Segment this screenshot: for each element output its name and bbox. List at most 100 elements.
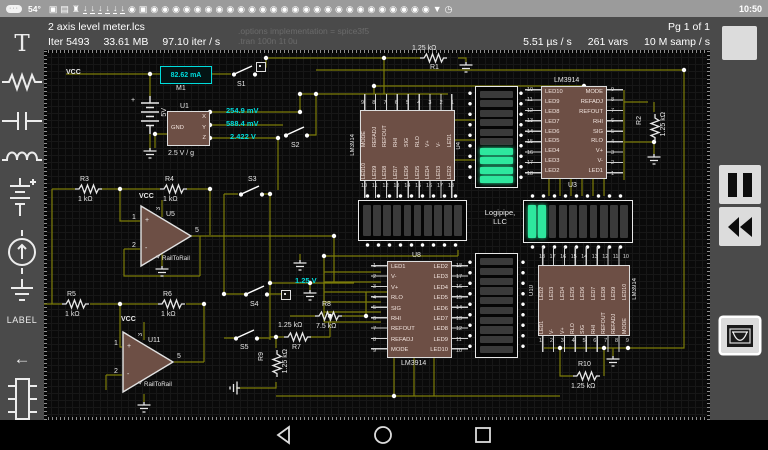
u5-pin3: 3 <box>156 207 162 210</box>
ground-9[interactable] <box>228 380 240 396</box>
ground-4[interactable] <box>458 62 474 74</box>
battery-tool[interactable] <box>0 175 44 225</box>
scope-button[interactable] <box>721 318 759 353</box>
pin-number: 13 <box>456 317 468 323</box>
ground-7[interactable] <box>605 356 621 368</box>
menu-button[interactable] <box>722 26 757 60</box>
text-tool[interactable]: T <box>0 29 44 59</box>
eye-icon: ◉ <box>248 4 256 14</box>
switch-s5[interactable] <box>233 328 260 341</box>
pin-label: LED4 <box>430 286 448 292</box>
chip-u8[interactable]: LED1V-V+RLOSIGRHIREFOUTREFADJMODE LED2LE… <box>387 261 452 358</box>
ground-8[interactable] <box>292 260 308 272</box>
back-tool[interactable]: ← <box>0 347 44 371</box>
pin-number: 4 <box>373 296 385 302</box>
resistor-r6[interactable] <box>158 299 185 309</box>
led-segment-on <box>528 205 536 238</box>
pin-label: REFOUT <box>383 112 388 147</box>
pin-number: 16 <box>527 151 539 157</box>
resistor-r10[interactable] <box>573 371 600 381</box>
label-tool[interactable]: LABEL <box>0 311 44 329</box>
pin-label: LED8 <box>383 147 388 179</box>
app-toolbar: 2 axis level meter.lcs Iter 5493 33.61 M… <box>0 17 768 50</box>
resistor-r2[interactable] <box>650 114 660 141</box>
led-segment-off <box>480 110 513 117</box>
back-arrow-icon: ← <box>14 349 31 369</box>
resistor-r7[interactable] <box>284 332 311 342</box>
pin-number: 11 <box>527 98 539 104</box>
resistor-r3[interactable] <box>75 184 102 194</box>
pin-label: LED4 <box>545 149 563 155</box>
pin-label: LED1 <box>448 112 453 147</box>
eye-icon: ◉ <box>183 4 191 14</box>
u8-right-pin-labels: LED2LED3LED4LED5LED6LED7LED8LED9LED10 <box>430 265 448 354</box>
pin-number: 1 <box>451 101 454 107</box>
bar1-left-pins <box>467 88 473 186</box>
eye-icon: ◉ <box>172 4 180 14</box>
switch-s2-label: S2 <box>291 142 300 149</box>
chip-icon <box>5 376 39 422</box>
pause-button[interactable] <box>719 165 761 204</box>
switch-s2[interactable] <box>283 125 310 138</box>
u3-ref: U3 <box>568 182 577 189</box>
ground-1[interactable] <box>142 148 158 160</box>
terminal-box-s1 <box>256 62 266 72</box>
capacitor-tool[interactable] <box>0 109 44 133</box>
current-source-tool[interactable] <box>0 229 44 275</box>
switch-s1[interactable] <box>231 64 258 77</box>
pin-label: LED5 <box>571 267 576 300</box>
rewind-button[interactable] <box>719 207 761 246</box>
nav-back-button[interactable] <box>275 425 293 445</box>
chip-tool[interactable] <box>0 375 44 423</box>
pin-number: 3 <box>373 285 385 291</box>
led-bargraph-1[interactable] <box>475 86 518 188</box>
pin-label: LED9 <box>545 100 563 106</box>
resistor-tool[interactable] <box>0 70 44 94</box>
chip-u1[interactable]: GND XYZ <box>167 111 210 146</box>
led-bargraph-3[interactable] <box>523 200 633 243</box>
nav-recents-button[interactable] <box>473 425 493 445</box>
eye-icon: ◉ <box>400 4 408 14</box>
pin-label: RHI <box>592 301 597 334</box>
ground-6[interactable] <box>302 290 318 302</box>
eye-icon: ◉ <box>335 4 343 14</box>
switch-s3[interactable] <box>238 184 265 197</box>
resistor-r5[interactable] <box>62 299 89 309</box>
pin-label: RLO <box>391 296 415 302</box>
ground-3[interactable] <box>136 402 152 414</box>
ground-2[interactable] <box>154 266 170 278</box>
resistor-r1[interactable] <box>420 53 447 63</box>
u10-top-pin-labels: LED2LED3LED4LED5LED6LED7LED8LED9LED10 <box>540 267 628 300</box>
inductor-tool[interactable] <box>0 145 44 169</box>
resistor-r4[interactable] <box>160 184 187 194</box>
battery-v1[interactable] <box>138 96 162 136</box>
switch-s4[interactable] <box>243 284 270 297</box>
sim-rate: 5.51 µs / s <box>523 36 572 48</box>
pin-label: LED10 <box>362 147 367 179</box>
ammeter-m1[interactable]: 82.62 mA <box>160 66 212 84</box>
pin-number: 18 <box>456 264 468 270</box>
pin-number: 18 <box>527 172 539 178</box>
download-icon: ↓ <box>90 3 95 14</box>
r9-value: 1.25 kΩ <box>282 349 289 373</box>
pin-number: 11 <box>456 338 468 344</box>
u3-part: LM3914 <box>554 77 579 84</box>
pin-label: REFADJ <box>579 100 603 106</box>
led-bargraph-2[interactable] <box>358 200 467 241</box>
resistor-r9[interactable] <box>272 350 282 377</box>
nav-home-button[interactable] <box>373 425 393 445</box>
u1-caption: 2.5 V / g <box>168 150 194 157</box>
led-segment-off <box>480 346 513 353</box>
ground-5[interactable] <box>646 154 662 166</box>
resistor-r8[interactable] <box>315 311 342 321</box>
r2-value: 1.25 kΩ <box>660 112 667 136</box>
schematic-canvas[interactable]: VCC + 5V 82.62 mA M1 GND XYZ U1 2.5 V / … <box>44 50 710 420</box>
led-bargraph-4[interactable] <box>475 253 518 358</box>
r1-value: 1.25 kΩ <box>412 45 436 52</box>
clock-text: 10:50 <box>739 4 762 14</box>
download-icon: ↓ <box>113 3 118 14</box>
u5-pin2: 2 <box>132 242 136 249</box>
ground-tool[interactable] <box>0 279 44 305</box>
led-segment-off <box>559 205 567 238</box>
chip-u3[interactable]: LED10LED9LED8LED7LED6LED5LED4LED3LED2 MO… <box>541 86 607 179</box>
